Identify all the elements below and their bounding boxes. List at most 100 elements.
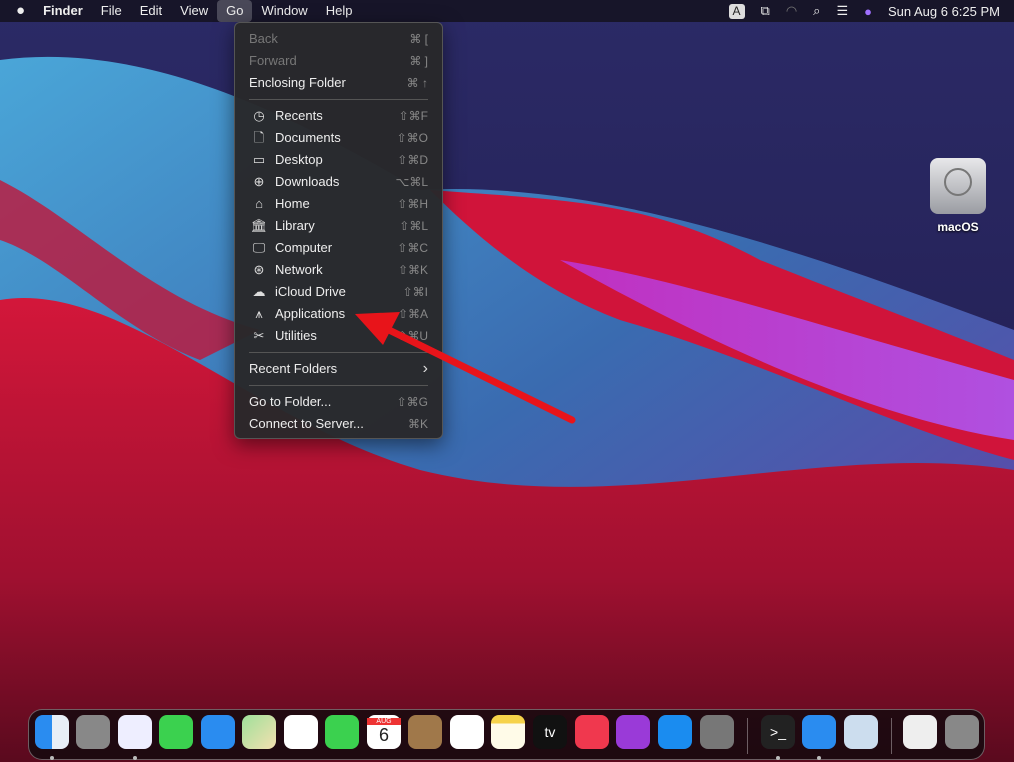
- calendar-month: AUG: [367, 718, 401, 725]
- menu-go[interactable]: Go: [217, 0, 253, 22]
- control-center-icon[interactable]: ☰: [836, 3, 848, 19]
- menu-item-label: Recent Folders: [249, 361, 338, 376]
- applications-icon: ⩚: [255, 306, 263, 321]
- menu-item-applications[interactable]: ⩚ Applications ⇧⌘A: [235, 303, 442, 325]
- shortcut: ⇧⌘C: [397, 241, 428, 255]
- shortcut: ⌘K: [407, 417, 428, 431]
- tools-icon: ✂: [253, 328, 265, 343]
- menu-item-home[interactable]: ⌂ Home ⇧⌘H: [235, 193, 442, 215]
- globe-icon: ⊛: [253, 262, 265, 277]
- menu-item-label: iCloud Drive: [275, 284, 346, 299]
- menu-separator: [249, 385, 428, 386]
- document-icon: 🗋: [253, 130, 265, 145]
- menu-item-label: Home: [275, 196, 310, 211]
- shortcut: ⌥⌘L: [395, 175, 428, 189]
- shortcut: ⇧⌘G: [396, 395, 428, 409]
- cloud-icon: ☁: [252, 284, 266, 299]
- shortcut: ⇧⌘O: [396, 131, 428, 145]
- dock-maps-icon[interactable]: [242, 715, 276, 749]
- desktop-drive-macos[interactable]: macOS: [928, 158, 988, 234]
- menu-file[interactable]: File: [92, 0, 131, 22]
- menu-item-label: Go to Folder...: [249, 394, 332, 409]
- dock-mail-icon[interactable]: [201, 715, 235, 749]
- shortcut: ⇧⌘D: [397, 153, 428, 167]
- menu-item-icloud-drive[interactable]: ☁ iCloud Drive ⇧⌘I: [235, 281, 442, 303]
- menu-separator: [249, 99, 428, 100]
- menu-item-utilities[interactable]: ✂ Utilities ⇧⌘U: [235, 325, 442, 347]
- dock-terminal-icon[interactable]: >_: [761, 715, 795, 749]
- dock-notes-icon[interactable]: [491, 715, 525, 749]
- menu-item-network[interactable]: ⊛ Network ⇧⌘K: [235, 259, 442, 281]
- dock: AUG 6 tv >_: [28, 709, 985, 760]
- screen-mirroring-icon[interactable]: ⧉: [761, 3, 770, 19]
- menu-item-label: Computer: [275, 240, 333, 255]
- menu-item-label: Utilities: [275, 328, 317, 343]
- menu-item-label: Network: [275, 262, 323, 277]
- shortcut: ⇧⌘L: [399, 219, 428, 233]
- chevron-right-icon: ›: [422, 360, 428, 377]
- menu-item-label: Desktop: [275, 152, 323, 167]
- dock-reminders-icon[interactable]: [450, 715, 484, 749]
- menu-item-label: Library: [275, 218, 315, 233]
- dock-music-icon[interactable]: [575, 715, 609, 749]
- menu-item-label: Connect to Server...: [249, 416, 364, 431]
- dock-calendar-icon[interactable]: AUG 6: [367, 715, 401, 749]
- menu-item-label: Applications: [275, 306, 346, 321]
- dock-contacts-icon[interactable]: [408, 715, 442, 749]
- menu-finder[interactable]: Finder: [34, 0, 92, 22]
- go-menu: Back ⌘ [Forward ⌘ ] Enclosing Folder ⌘ ↑ ◷ Rec…: [234, 22, 443, 439]
- dock-system-preferences-icon[interactable]: [700, 715, 734, 749]
- menu-item-computer[interactable]: 🖵 Computer ⇧⌘C: [235, 237, 442, 259]
- dock-launchpad-icon[interactable]: [76, 715, 110, 749]
- dock-app-store-icon[interactable]: [658, 715, 692, 749]
- menu-item-label: Enclosing Folder: [249, 75, 346, 90]
- hard-drive-icon: [930, 158, 986, 214]
- menu-window[interactable]: Window: [252, 0, 316, 22]
- dock-document-icon[interactable]: [903, 715, 937, 749]
- dock-icon-label: tv: [544, 724, 556, 740]
- wifi-icon[interactable]: ◠: [786, 3, 797, 19]
- running-indicator: [817, 756, 821, 760]
- desktop-icon: ▭: [252, 152, 266, 167]
- dock-finder-icon[interactable]: [35, 715, 69, 749]
- dock-podcasts-icon[interactable]: [616, 715, 650, 749]
- dock-facetime-icon[interactable]: [325, 715, 359, 749]
- spotlight-search-icon[interactable]: ⌕: [813, 3, 820, 19]
- menu-separator: [249, 352, 428, 353]
- library-icon: 🏛: [250, 218, 268, 233]
- dock-preview-icon[interactable]: [844, 715, 878, 749]
- menu-item-recent-folders[interactable]: Recent Folders ›: [235, 358, 442, 380]
- dock-tv-icon[interactable]: tv: [533, 715, 567, 749]
- dock-trash-icon[interactable]: [945, 715, 979, 749]
- home-icon: ⌂: [255, 196, 263, 211]
- menu-item-documents[interactable]: 🗋 Documents ⇧⌘O: [235, 127, 442, 149]
- menu-item-connect-to-server[interactable]: Connect to Server... ⌘K: [235, 413, 442, 435]
- computer-icon: 🖵: [252, 240, 266, 255]
- menu-edit[interactable]: Edit: [131, 0, 171, 22]
- input-source-icon[interactable]: A: [728, 3, 745, 19]
- siri-icon[interactable]: ●: [864, 4, 872, 19]
- menu-item-enclosing-folder[interactable]: Enclosing Folder ⌘ ↑: [235, 72, 442, 94]
- dock-doctor-icon[interactable]: [802, 715, 836, 749]
- drive-label: macOS: [937, 220, 979, 234]
- dock-safari-icon[interactable]: [118, 715, 152, 749]
- shortcut: ⇧⌘K: [397, 263, 428, 277]
- shortcut: ⇧⌘F: [398, 109, 428, 123]
- menu-item-recents[interactable]: ◷ Recents ⇧⌘F: [235, 105, 442, 127]
- dock-photos-icon[interactable]: [284, 715, 318, 749]
- menu-item-downloads[interactable]: ⊕ Downloads ⌥⌘L: [235, 171, 442, 193]
- menu-item-back[interactable]: Back ⌘ [: [235, 28, 442, 50]
- running-indicator: [50, 756, 54, 760]
- clock-icon: ◷: [253, 108, 265, 123]
- dock-messages-icon[interactable]: [159, 715, 193, 749]
- shortcut: ⇧⌘A: [397, 307, 428, 321]
- menu-item-label: Recents: [275, 108, 323, 123]
- menu-item-go-to-folder[interactable]: Go to Folder... ⇧⌘G: [235, 391, 442, 413]
- menu-item-library[interactable]: 🏛 Library ⇧⌘L: [235, 215, 442, 237]
- apple-menu-icon[interactable]: ●: [0, 0, 34, 22]
- clock[interactable]: Sun Aug 6 6:25 PM: [888, 4, 1000, 19]
- menu-view[interactable]: View: [171, 0, 217, 22]
- menu-help[interactable]: Help: [317, 0, 362, 22]
- menu-item-forward[interactable]: Forward ⌘ ]: [235, 50, 442, 72]
- menu-item-desktop[interactable]: ▭ Desktop ⇧⌘D: [235, 149, 442, 171]
